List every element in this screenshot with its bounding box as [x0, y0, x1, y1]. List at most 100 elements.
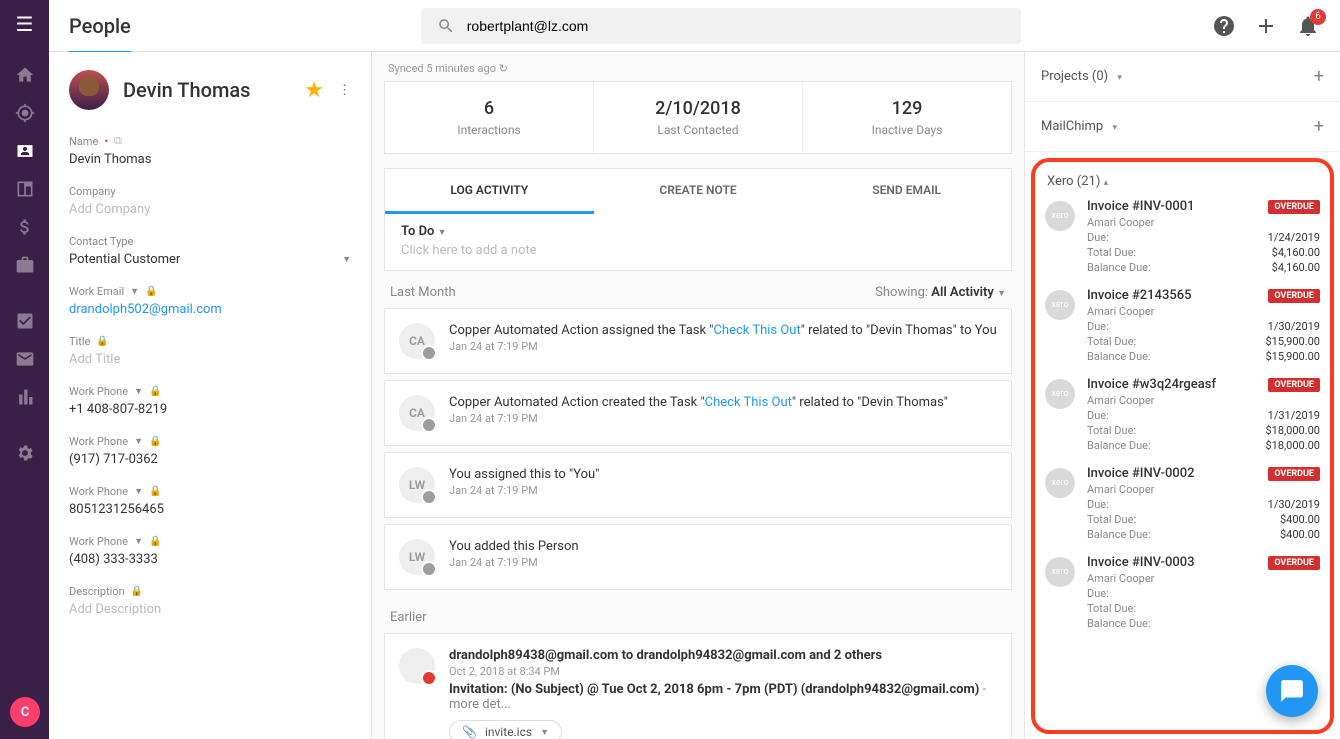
- phone-value[interactable]: (408) 333-3333: [69, 552, 351, 567]
- activity-item[interactable]: drandolph89438@gmail.com to drandolph948…: [384, 633, 1012, 739]
- sync-status: Synced 5 minutes ago: [388, 62, 496, 75]
- invoice-item[interactable]: xero Invoice #2143565OVERDUE Amari Coope…: [1045, 288, 1320, 363]
- person-badge-icon: [421, 489, 437, 505]
- person-badge-icon: [421, 561, 437, 577]
- add-icon[interactable]: +: [1314, 116, 1324, 137]
- mail-badge-icon: [421, 670, 437, 686]
- people-icon[interactable]: [0, 132, 49, 170]
- home-icon[interactable]: [0, 56, 49, 94]
- search-field[interactable]: [421, 8, 1021, 44]
- add-icon[interactable]: +: [1314, 66, 1324, 87]
- xero-icon: xero: [1045, 379, 1075, 409]
- chevron-down-icon: ▼: [342, 254, 351, 265]
- phone-value[interactable]: (917) 717-0362: [69, 452, 351, 467]
- balance-label: Balance Due:: [1087, 528, 1151, 541]
- description-value[interactable]: Add Description: [69, 602, 351, 617]
- company-icon[interactable]: [0, 170, 49, 208]
- activity-item[interactable]: LW You assigned this to "You"Jan 24 at 7…: [384, 452, 1012, 518]
- activity-item[interactable]: CA Copper Automated Action created the T…: [384, 380, 1012, 446]
- check-badge-icon: [421, 345, 437, 361]
- due-value: 1/30/2019: [1268, 320, 1320, 333]
- due-label: Due:: [1087, 498, 1109, 511]
- phone-label: Work Phone: [69, 535, 128, 548]
- invoice-item[interactable]: xero Invoice #INV-0003OVERDUE Amari Coop…: [1045, 555, 1320, 630]
- attachment-icon: 📎: [462, 725, 477, 739]
- invoice-contact: Amari Cooper: [1087, 216, 1320, 229]
- mailchimp-section[interactable]: MailChimp ▾+: [1025, 102, 1340, 152]
- invoice-item[interactable]: xero Invoice #INV-0001OVERDUE Amari Coop…: [1045, 199, 1320, 274]
- notifications-icon[interactable]: 6: [1296, 14, 1320, 38]
- total-label: Total Due:: [1087, 513, 1136, 526]
- person-details-pane: Devin Thomas ★ ⋮ Name • ⧉ Devin Thomas C…: [49, 52, 372, 739]
- menu-icon[interactable]: ☰: [16, 12, 34, 36]
- invoice-item[interactable]: xero Invoice #INV-0002OVERDUE Amari Coop…: [1045, 466, 1320, 541]
- copy-icon[interactable]: ⧉: [114, 134, 122, 148]
- briefcase-icon[interactable]: [0, 246, 49, 284]
- reports-icon[interactable]: [0, 378, 49, 416]
- chevron-down-icon: ▼: [540, 727, 549, 738]
- xero-icon: xero: [1045, 201, 1075, 231]
- money-icon[interactable]: [0, 208, 49, 246]
- balance-value: $18,000.00: [1265, 439, 1320, 452]
- tab-log-activity[interactable]: LOG ACTIVITY: [385, 169, 594, 214]
- due-label: Due:: [1087, 587, 1109, 600]
- phone-label: Work Phone: [69, 385, 128, 398]
- chevron-down-icon: ▾: [1112, 123, 1117, 133]
- tab-create-note[interactable]: CREATE NOTE: [594, 169, 803, 214]
- balance-label: Balance Due:: [1087, 439, 1151, 452]
- top-bar: People 6: [49, 0, 1340, 52]
- chevron-up-icon: ▴: [1104, 178, 1109, 188]
- activity-item[interactable]: CA Copper Automated Action assigned the …: [384, 308, 1012, 374]
- xero-icon: xero: [1045, 468, 1075, 498]
- activity-avatar: CA: [399, 323, 435, 359]
- xero-header[interactable]: Xero (21) ▴: [1045, 168, 1320, 199]
- phone-value[interactable]: 8051231256465: [69, 502, 351, 517]
- search-input[interactable]: [467, 18, 1005, 34]
- invoice-title: Invoice #w3q24rgeasf: [1087, 377, 1216, 392]
- person-name-heading: Devin Thomas: [123, 78, 290, 102]
- refresh-icon[interactable]: ↻: [499, 62, 508, 75]
- contact-type-select[interactable]: Potential Customer ▼: [69, 252, 351, 267]
- mail-icon[interactable]: [0, 340, 49, 378]
- work-email-value[interactable]: drandolph502@gmail.com: [69, 302, 351, 317]
- work-email-label: Work Email: [69, 285, 124, 298]
- activity-pane: Synced 5 minutes ago ↻ 6Interactions 2/1…: [372, 52, 1024, 739]
- status-badge: OVERDUE: [1268, 289, 1320, 303]
- stat-label: Interactions: [385, 123, 593, 137]
- stat-value: 6: [385, 98, 593, 119]
- activity-avatar: LW: [399, 539, 435, 575]
- phone-label: Work Phone: [69, 435, 128, 448]
- title-value[interactable]: Add Title: [69, 352, 351, 367]
- phone-value[interactable]: +1 408-807-8219: [69, 402, 351, 417]
- balance-label: Balance Due:: [1087, 617, 1151, 630]
- tasks-icon[interactable]: [0, 302, 49, 340]
- projects-section[interactable]: Projects (0) ▾+: [1025, 52, 1340, 102]
- invoice-item[interactable]: xero Invoice #w3q24rgeasfOVERDUE Amari C…: [1045, 377, 1320, 452]
- name-value[interactable]: Devin Thomas: [69, 152, 351, 167]
- help-icon[interactable]: [1212, 14, 1236, 38]
- activity-item[interactable]: LW You added this PersonJan 24 at 7:19 P…: [384, 524, 1012, 590]
- lock-icon: 🔒: [131, 586, 143, 597]
- activity-filter[interactable]: Showing: All Activity ▼: [875, 285, 1006, 300]
- star-icon[interactable]: ★: [304, 78, 324, 103]
- tab-send-email[interactable]: SEND EMAIL: [802, 169, 1011, 214]
- note-input[interactable]: Click here to add a note: [385, 243, 1011, 270]
- settings-icon[interactable]: [0, 434, 49, 472]
- contact-type-label: Contact Type: [69, 235, 133, 248]
- attachment-chip[interactable]: 📎invite.ics▼: [449, 720, 562, 739]
- search-icon: [437, 17, 455, 35]
- chat-fab[interactable]: [1266, 665, 1318, 717]
- invoice-contact: Amari Cooper: [1087, 572, 1320, 585]
- target-icon[interactable]: [0, 94, 49, 132]
- title-label: Title: [69, 335, 90, 348]
- more-icon[interactable]: ⋮: [338, 83, 351, 98]
- balance-label: Balance Due:: [1087, 261, 1151, 274]
- nav-rail: ☰ C: [0, 0, 49, 739]
- company-value[interactable]: Add Company: [69, 202, 351, 217]
- add-icon[interactable]: [1254, 14, 1278, 38]
- total-label: Total Due:: [1087, 602, 1136, 615]
- person-avatar: [69, 70, 109, 110]
- todo-dropdown[interactable]: To Do ▼: [385, 214, 1011, 243]
- stat-value: 129: [803, 98, 1011, 119]
- section-earlier: Earlier: [390, 610, 427, 625]
